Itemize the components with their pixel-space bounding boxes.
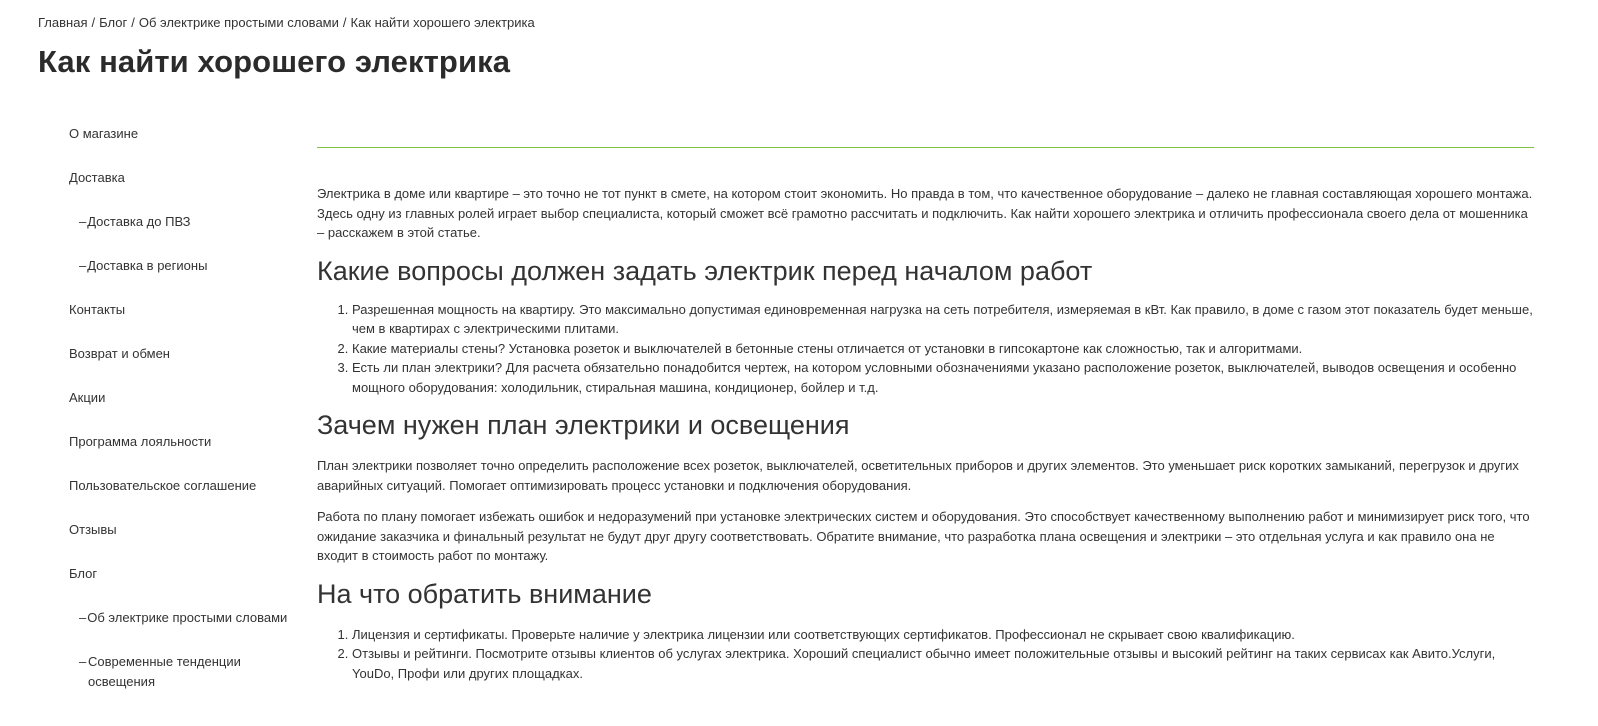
dash-icon: – xyxy=(79,214,87,229)
sidebar-item-blog[interactable]: Блог xyxy=(69,564,97,584)
page-title: Как найти хорошего электрика xyxy=(38,44,511,79)
list-item: Какие материалы стены? Установка розеток… xyxy=(352,339,1534,359)
dash-icon: – xyxy=(79,610,87,625)
sidebar-item-agreement[interactable]: Пользовательское соглашение xyxy=(69,476,256,496)
article-intro: Электрика в доме или квартире – это точн… xyxy=(317,186,1533,240)
list-item: Отзывы и рейтинги. Посмотрите отзывы кли… xyxy=(352,644,1534,683)
sidebar-item-returns[interactable]: Возврат и обмен xyxy=(69,344,170,364)
sidebar-item-delivery-pickup[interactable]: –Доставка до ПВЗ xyxy=(69,212,191,232)
heading-plan: Зачем нужен план электрики и освещения xyxy=(317,410,850,440)
content-divider xyxy=(317,147,1534,148)
dash-icon: – xyxy=(79,258,87,273)
breadcrumb-separator: / xyxy=(342,15,347,30)
heading-questions: Какие вопросы должен задать электрик пер… xyxy=(317,255,1093,286)
sidebar-item-reviews[interactable]: Отзывы xyxy=(69,520,117,540)
breadcrumb-blog-link[interactable]: Блог xyxy=(99,15,127,30)
article-content: Электрика в доме или квартире – это точн… xyxy=(317,120,1534,683)
questions-list: Разрешенная мощность на квартиру. Это ма… xyxy=(317,300,1534,398)
list-item: Есть ли план электрики? Для расчета обяз… xyxy=(352,358,1534,397)
sidebar-item-blog-electrics[interactable]: –Об электрике простыми словами xyxy=(69,608,287,628)
heading-attention: На что обратить внимание xyxy=(317,578,652,609)
breadcrumb-separator: / xyxy=(131,15,135,30)
breadcrumb-home-link[interactable]: Главная xyxy=(38,15,87,30)
sidebar-item-label: Об электрике простыми словами xyxy=(87,610,288,625)
breadcrumb-separator: / xyxy=(91,15,96,30)
list-item: Разрешенная мощность на квартиру. Это ма… xyxy=(352,300,1534,339)
sidebar-item-loyalty[interactable]: Программа лояльности xyxy=(69,432,211,452)
breadcrumb-current: Как найти хорошего электрика xyxy=(350,15,535,30)
breadcrumb: Главная / Блог / Об электрике простыми слова… xyxy=(38,15,535,30)
sidebar-item-label: Современные тенденции освещения xyxy=(88,654,241,689)
sidebar-item-blog-lighting[interactable]: – Современные тенденции освещения xyxy=(69,652,269,692)
list-item: Лицензия и сертификаты. Проверьте наличи… xyxy=(352,625,1534,645)
dash-icon: – xyxy=(79,654,87,669)
attention-list: Лицензия и сертификаты. Проверьте наличи… xyxy=(317,625,1534,684)
sidebar-item-label: Доставка до ПВЗ xyxy=(87,214,191,229)
sidebar-item-about[interactable]: О магазине xyxy=(69,124,138,144)
plan-paragraph: План электрики позволяет точно определит… xyxy=(317,458,1519,493)
plan-paragraph: Работа по плану помогает избежать ошибок… xyxy=(317,509,1530,563)
sidebar-item-delivery-regions[interactable]: –Доставка в регионы xyxy=(69,256,207,276)
sidebar-item-contacts[interactable]: Контакты xyxy=(69,300,125,320)
sidebar-item-delivery[interactable]: Доставка xyxy=(69,168,125,188)
breadcrumb-category-link[interactable]: Об электрике простыми словами xyxy=(139,15,339,30)
sidebar-item-promotions[interactable]: Акции xyxy=(69,388,105,408)
sidebar-item-label: Доставка в регионы xyxy=(87,258,208,273)
